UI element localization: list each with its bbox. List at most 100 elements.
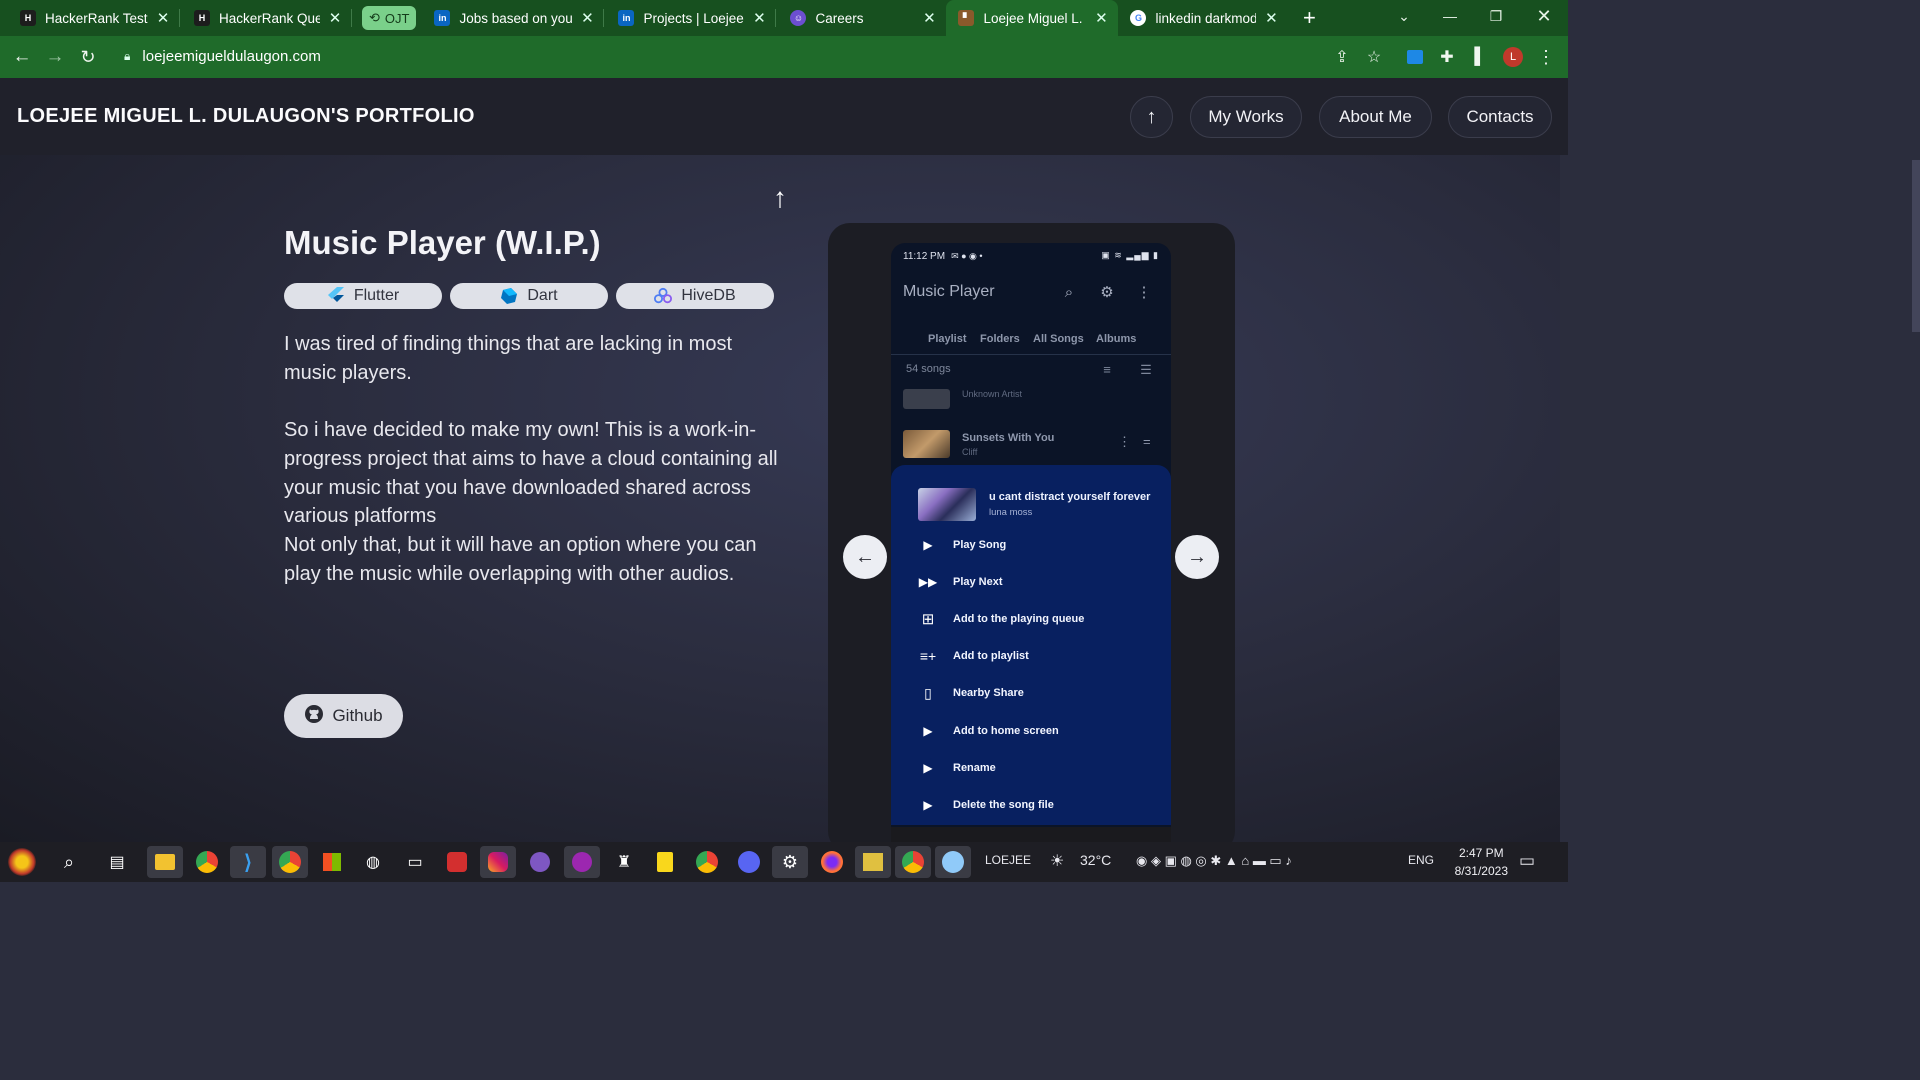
settings-icon[interactable]: ⚙ (772, 846, 808, 878)
chrome-profile-icon[interactable] (272, 846, 308, 878)
tech-label: HiveDB (681, 287, 736, 304)
discord-app-icon[interactable] (731, 846, 767, 878)
close-icon[interactable]: ✕ (1264, 9, 1278, 27)
back-icon[interactable]: ← (7, 42, 37, 72)
option-add-home: ▶ Add to home screen (916, 721, 1156, 741)
profile-avatar[interactable]: L (1498, 42, 1528, 72)
option-add-queue: ⊞ Add to the playing queue (916, 609, 1156, 629)
extension-app-icon[interactable] (1400, 42, 1430, 72)
new-tab-button[interactable]: + (1294, 3, 1324, 33)
github-desktop-icon[interactable] (522, 846, 558, 878)
arrow-up-icon: ↑ (1146, 105, 1157, 128)
game-icon[interactable]: ♜ (606, 846, 642, 878)
close-icon[interactable]: ✕ (156, 9, 170, 27)
tab-group-label: OJT (384, 10, 410, 26)
scroll-top-button[interactable]: ↑ (1130, 96, 1173, 138)
close-window-button[interactable]: ✕ (1521, 0, 1567, 32)
language-indicator[interactable]: ENG (1408, 853, 1434, 867)
play-icon: ▶ (923, 724, 933, 738)
phone-screenshot: 11:12 PM ✉ ● ◉ • ▣ ≋ ▂▄▆ ▮ Music Player … (891, 243, 1171, 843)
chrome-active-icon[interactable] (895, 846, 931, 878)
sheet-song-title: u cant distract yourself forever (989, 491, 1151, 503)
minimize-button[interactable]: — (1427, 0, 1473, 32)
messenger-app-icon[interactable] (564, 846, 600, 878)
file-explorer-icon[interactable] (147, 846, 183, 878)
close-icon[interactable]: ✕ (752, 9, 766, 27)
browser-tab[interactable]: H HackerRank Questic ✕ (180, 0, 352, 36)
browser-tab[interactable]: in Projects | Loejee Mi ✕ (604, 0, 777, 36)
download-app-icon[interactable] (439, 846, 475, 878)
extensions-puzzle-icon[interactable]: ✚ (1432, 42, 1462, 72)
nav-contacts[interactable]: Contacts (1448, 96, 1552, 138)
sticky-app-icon[interactable] (855, 846, 891, 878)
address-bar[interactable]: 🔒︎ loejeemigueldulaugon.com (112, 40, 1362, 73)
browser-tab[interactable]: in Jobs based on your ✕ (426, 0, 605, 36)
tab-title: Careers (815, 10, 864, 26)
forward-icon[interactable]: → (40, 42, 70, 72)
avatar: L (1503, 47, 1523, 67)
dart-icon (500, 287, 518, 305)
option-add-playlist: ≡+ Add to playlist (916, 646, 1156, 666)
share-icon[interactable]: ⇪ (1327, 42, 1357, 72)
description-paragraph: Not only that, but it will have an optio… (284, 533, 757, 585)
carousel-prev-button[interactable]: ← (843, 535, 887, 579)
close-icon[interactable]: ✕ (922, 9, 936, 27)
tab-title: HackerRank Test Ins (45, 10, 148, 26)
search-icon[interactable]: ⌕ (51, 846, 87, 878)
browser-tab-strip: H HackerRank Test Ins ✕ H HackerRank Que… (0, 0, 1568, 36)
vscode-icon[interactable]: ⟩ (230, 846, 266, 878)
browser-tab[interactable]: ☺ Careers ✕ (776, 0, 946, 36)
close-icon[interactable]: ✕ (328, 9, 342, 27)
task-view-icon[interactable]: ▤ (99, 846, 135, 878)
tray-icons[interactable]: ◉ ◈ ▣ ◍ ◎ ✱ ▲ ⌂ ▬ ▭ ♪ (1136, 853, 1292, 869)
close-icon[interactable]: ✕ (580, 9, 594, 27)
tab-search-icon[interactable]: ⌄ (1381, 0, 1427, 32)
start-icon[interactable] (4, 846, 40, 878)
option-label: Delete the song file (953, 799, 1054, 811)
song-title: Sunsets With You (962, 432, 1055, 444)
steam-icon[interactable]: ◍ (355, 846, 391, 878)
menu-kebab-icon[interactable]: ⋮ (1531, 42, 1561, 72)
browser-tab-active[interactable]: ▘ Loejee Miguel L. Du ✕ (946, 0, 1119, 36)
notification-icon[interactable]: ▭ (1519, 851, 1535, 871)
clock-time: 2:47 PM (1458, 846, 1504, 860)
tab-group-chip[interactable]: ⟲ OJT (362, 6, 417, 30)
weather-temp[interactable]: 32°C (1080, 852, 1111, 868)
browser-tab[interactable]: H HackerRank Test Ins ✕ (0, 0, 180, 36)
firefox-icon[interactable] (814, 846, 850, 878)
arrow-up-icon[interactable]: ↑ (764, 182, 796, 214)
linkedin-icon: in (618, 10, 635, 26)
tab-title: HackerRank Questic (219, 10, 320, 26)
phone-app-bar: Music Player ⌕ ⚙ ⋮ (891, 269, 1171, 317)
side-panel-icon[interactable]: ▌ (1465, 42, 1495, 72)
carousel-next-button[interactable]: → (1175, 535, 1219, 579)
site-title[interactable]: LOEJEE MIGUEL L. DULAUGON'S PORTFOLIO (17, 105, 475, 128)
paint-icon[interactable] (935, 846, 971, 878)
song-thumbnail (903, 389, 950, 409)
option-play-song: ▶ Play Song (916, 535, 1156, 555)
browser-tab[interactable]: G linkedin darkmode ✕ (1118, 0, 1288, 36)
reload-icon[interactable]: ↻ (73, 42, 103, 72)
arrow-left-icon: ← (855, 545, 875, 568)
tab-title: Jobs based on your (459, 10, 573, 26)
tab-divider (891, 354, 1171, 355)
close-icon[interactable]: ✕ (1094, 9, 1108, 27)
hackerrank-icon: H (20, 10, 36, 26)
bookmark-star-icon[interactable]: ☆ (1359, 42, 1389, 72)
clock[interactable]: 2:47 PM 8/31/2023 (1455, 844, 1508, 880)
description-paragraph: So i have decided to make my own! This i… (284, 419, 778, 528)
nav-my-works[interactable]: My Works (1190, 96, 1302, 138)
scrollbar-thumb[interactable] (1912, 160, 1920, 332)
chrome-icon[interactable] (189, 846, 225, 878)
nav-about-me[interactable]: About Me (1319, 96, 1432, 138)
instagram-icon[interactable] (480, 846, 516, 878)
github-button[interactable]: Github (284, 694, 403, 738)
terminal-icon[interactable]: ▭ (397, 846, 433, 878)
restore-button[interactable]: ❐ (1473, 0, 1519, 32)
play-icon: ▶ (923, 761, 933, 775)
phone-app-title: Music Player (903, 283, 995, 300)
store-icon[interactable] (314, 846, 350, 878)
notes-icon[interactable] (647, 846, 683, 878)
chrome-alt-icon[interactable] (689, 846, 725, 878)
phone-status-bar: 11:12 PM ✉ ● ◉ • ▣ ≋ ▂▄▆ ▮ (891, 243, 1171, 269)
